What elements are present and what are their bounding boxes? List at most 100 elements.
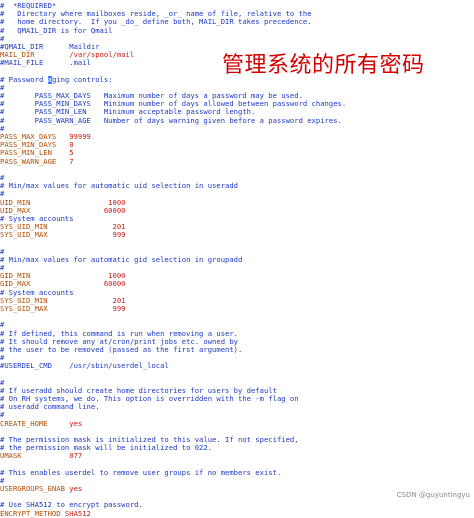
comment-text: # PASS_WARN_AGE Number of days warning g… xyxy=(0,116,342,125)
comment-text: # home directory. If you _do_ define bot… xyxy=(0,18,312,27)
code-line[interactable]: GID_MIN 1000 xyxy=(0,272,474,280)
code-line[interactable]: # xyxy=(0,379,474,387)
config-key: MAIL_DIR xyxy=(0,51,35,60)
comment-text: # xyxy=(0,354,5,363)
code-line[interactable]: # xyxy=(0,321,474,329)
code-line[interactable] xyxy=(0,428,474,436)
code-line[interactable] xyxy=(0,313,474,321)
code-line[interactable]: # the permission mask will be initialize… xyxy=(0,444,474,452)
code-line[interactable]: # xyxy=(0,35,474,43)
code-line[interactable]: # It should remove any at/cron/print job… xyxy=(0,338,474,346)
code-line[interactable]: # xyxy=(0,174,474,182)
code-line[interactable]: SYS_GID_MIN 201 xyxy=(0,297,474,305)
watermark: CSDN @guyuntingyu xyxy=(396,491,470,499)
code-line[interactable]: # QMAIL_DIR is for Qmail xyxy=(0,27,474,35)
config-key: UMASK xyxy=(0,452,22,461)
code-line[interactable]: # xyxy=(0,354,474,362)
code-line[interactable]: UID_MAX 60000 xyxy=(0,207,474,215)
config-value: 0 xyxy=(56,141,74,150)
comment-text: # System accounts xyxy=(0,214,74,223)
comment-text: # System accounts xyxy=(0,288,74,297)
code-line[interactable]: #USERDEL_CMD /usr/sbin/userdel_local xyxy=(0,362,474,370)
comment-text: # xyxy=(0,321,5,330)
code-line[interactable]: # home directory. If you _do_ define bot… xyxy=(0,18,474,26)
code-line[interactable]: # System accounts xyxy=(0,289,474,297)
config-value: yes xyxy=(47,419,83,428)
comment-text: # *REQUIRED* xyxy=(0,2,57,10)
code-line[interactable]: # PASS_MIN_LEN Minimum acceptable passwo… xyxy=(0,108,474,116)
code-line[interactable]: PASS_MIN_LEN 5 xyxy=(0,149,474,157)
config-key: GID_MAX xyxy=(0,280,31,289)
code-line[interactable]: ENCRYPT_METHOD SHA512 xyxy=(0,510,474,518)
comment-text: #MAIL_FILE .mail xyxy=(0,59,91,68)
config-value: 999 xyxy=(47,304,126,313)
comment-text: # the user to be removed (passed as the … xyxy=(0,345,243,354)
config-key: PASS_MAX_DAYS xyxy=(0,133,57,141)
config-key: SYS_UID_MAX xyxy=(0,231,48,240)
code-line[interactable] xyxy=(0,370,474,378)
comment-text: # Min/max values for automatic gid selec… xyxy=(0,255,243,264)
code-line[interactable]: PASS_MIN_DAYS 0 xyxy=(0,141,474,149)
config-key: UID_MIN xyxy=(0,198,31,207)
code-line[interactable]: # xyxy=(0,125,474,133)
code-line[interactable]: PASS_WARN_AGE 7 xyxy=(0,158,474,166)
comment-text: # On RH systems, we do. This option is o… xyxy=(0,395,299,403)
config-value: 60000 xyxy=(30,206,126,215)
code-line[interactable]: # xyxy=(0,190,474,198)
code-line[interactable]: SYS_GID_MAX 999 xyxy=(0,305,474,313)
code-line[interactable]: # Directory where mailboxes reside, _or_… xyxy=(0,10,474,18)
code-line[interactable]: # If useradd should create home director… xyxy=(0,387,474,395)
config-value: SHA512 xyxy=(60,509,91,518)
code-line[interactable]: # PASS_MIN_DAYS Minimum number of days a… xyxy=(0,100,474,108)
code-line[interactable]: # xyxy=(0,477,474,485)
config-key: CREATE_HOME xyxy=(0,419,48,428)
code-line[interactable]: # PASS_WARN_AGE Number of days warning g… xyxy=(0,117,474,125)
comment-text: # PASS_MAX_DAYS Maximum number of days a… xyxy=(0,92,303,101)
code-line[interactable] xyxy=(0,166,474,174)
comment-text: # Min/max values for automatic uid selec… xyxy=(0,182,238,191)
config-key: UID_MAX xyxy=(0,206,31,215)
comment-text: # If defined, this command is run when r… xyxy=(0,329,238,338)
comment-text: # PASS_MIN_DAYS Minimum number of days a… xyxy=(0,100,347,109)
config-key: GID_MIN xyxy=(0,272,31,281)
config-key: SYS_UID_MIN xyxy=(0,223,48,232)
code-line[interactable]: # xyxy=(0,411,474,419)
code-line[interactable]: # This enables userdel to remove user gr… xyxy=(0,469,474,477)
comment-text: # xyxy=(0,411,5,420)
code-line[interactable]: # Min/max values for automatic gid selec… xyxy=(0,256,474,264)
config-value: 077 xyxy=(21,452,83,461)
code-line[interactable]: PASS_MAX_DAYS 99999 xyxy=(0,133,474,141)
code-line[interactable] xyxy=(0,461,474,469)
text-editor[interactable]: # *REQUIRED* # Directory where mailboxes … xyxy=(0,0,474,517)
code-line[interactable]: # If defined, this command is run when r… xyxy=(0,330,474,338)
code-line[interactable]: # useradd command line. xyxy=(0,403,474,411)
code-line[interactable]: # the user to be removed (passed as the … xyxy=(0,346,474,354)
code-line[interactable]: SYS_UID_MIN 201 xyxy=(0,223,474,231)
code-line[interactable]: CREATE_HOME yes xyxy=(0,420,474,428)
code-line[interactable]: UID_MIN 1000 xyxy=(0,199,474,207)
config-key: PASS_MIN_DAYS xyxy=(0,141,57,150)
comment-text: # xyxy=(0,476,5,485)
code-line[interactable]: # The permission mask is initialized to … xyxy=(0,436,474,444)
code-line[interactable]: # Min/max values for automatic uid selec… xyxy=(0,182,474,190)
code-line[interactable]: # PASS_MAX_DAYS Maximum number of days a… xyxy=(0,92,474,100)
config-key: PASS_WARN_AGE xyxy=(0,157,57,166)
code-line[interactable]: # *REQUIRED* xyxy=(0,2,474,10)
code-line[interactable]: GID_MAX 60000 xyxy=(0,280,474,288)
code-line[interactable]: SYS_UID_MAX 999 xyxy=(0,231,474,239)
config-value: 201 xyxy=(47,223,126,232)
comment-text: # xyxy=(0,264,5,272)
config-value: 201 xyxy=(47,296,126,305)
code-line[interactable]: # xyxy=(0,248,474,256)
comment-text: # Directory where mailboxes reside, _or_… xyxy=(0,10,312,19)
code-line[interactable]: # System accounts xyxy=(0,215,474,223)
config-key: SYS_GID_MIN xyxy=(0,296,48,305)
code-line[interactable]: # xyxy=(0,84,474,92)
code-line[interactable]: # xyxy=(0,264,474,272)
code-line[interactable]: # On RH systems, we do. This option is o… xyxy=(0,395,474,403)
code-line[interactable]: UMASK 077 xyxy=(0,452,474,460)
code-line[interactable] xyxy=(0,239,474,247)
comment-text: ging controls: xyxy=(51,75,113,84)
code-line[interactable]: # Use SHA512 to encrypt password. xyxy=(0,501,474,509)
config-file-content[interactable]: # *REQUIRED* # Directory where mailboxes … xyxy=(0,2,474,518)
